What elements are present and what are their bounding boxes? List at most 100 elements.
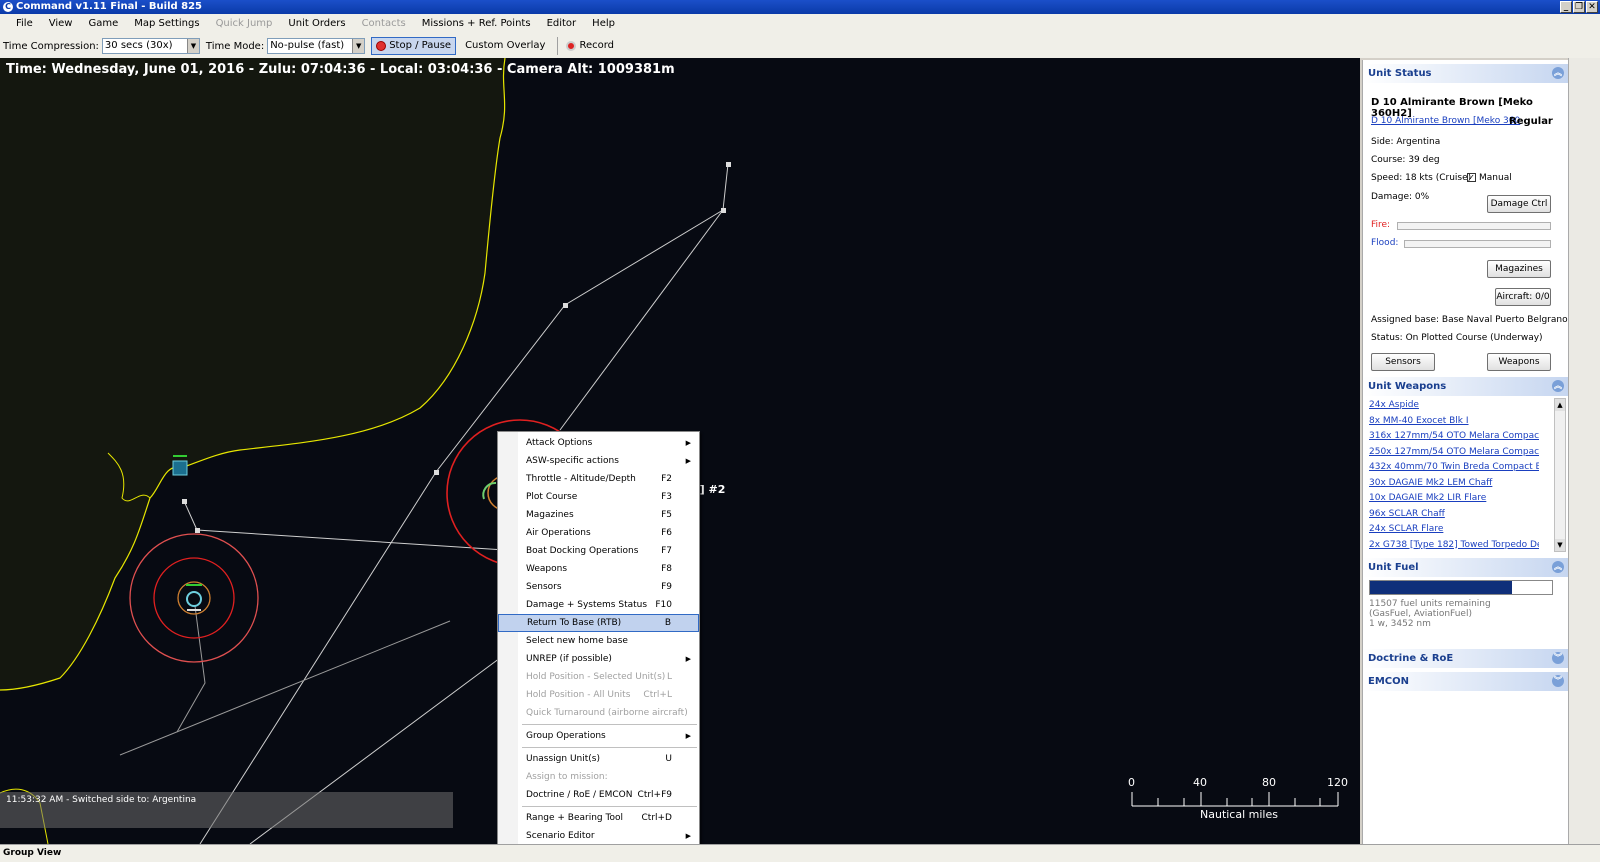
collapse-icon[interactable]: ︽ — [1552, 561, 1564, 573]
scroll-up-icon[interactable]: ▲ — [1555, 399, 1565, 411]
power-icon — [376, 41, 387, 51]
time-mode-label: Time Mode: — [205, 40, 265, 52]
context-menu-item-label: Group Operations — [526, 731, 606, 741]
plotted-course-4[interactable] — [176, 605, 206, 733]
expand-icon[interactable]: ︾ — [1552, 675, 1564, 687]
stop-pause-button[interactable]: Stop / Pause — [371, 37, 457, 55]
context-menu-item[interactable]: Weapons F8 — [498, 560, 699, 578]
context-menu-item[interactable]: Attack Options ▶ — [498, 434, 699, 452]
doctrine-header[interactable]: Doctrine & RoE ︾ — [1363, 649, 1568, 668]
context-menu-item[interactable]: ASW-specific actions ▶ — [498, 452, 699, 470]
waypoint[interactable] — [563, 303, 568, 308]
collapse-icon[interactable]: ︽ — [1552, 380, 1564, 392]
context-menu-item[interactable]: Return To Base (RTB) B — [498, 614, 699, 632]
unit-weapons-header[interactable]: Unit Weapons ︽ — [1363, 377, 1568, 396]
context-menu-item[interactable]: Range + Bearing Tool Ctrl+D — [498, 809, 699, 827]
checkmark-icon[interactable]: ✓ — [1467, 173, 1476, 182]
context-menu-item[interactable]: Sensors F9 — [498, 578, 699, 596]
weapons-button[interactable]: Weapons — [1487, 353, 1551, 371]
magazines-button[interactable]: Magazines — [1487, 260, 1551, 278]
context-menu-item[interactable]: Hold Position - All Units Ctrl+L — [498, 686, 699, 704]
menu-file[interactable]: File — [8, 14, 41, 34]
damage-ctrl-button[interactable]: Damage Ctrl — [1487, 195, 1551, 213]
time-mode-select[interactable]: No-pulse (fast) ▼ — [267, 38, 366, 54]
context-menu-item-label: Plot Course — [526, 492, 578, 502]
weapons-scrollbar[interactable]: ▲ ▼ — [1554, 398, 1566, 552]
chevron-down-icon[interactable]: ▼ — [352, 39, 365, 53]
waypoint[interactable] — [195, 528, 200, 533]
context-menu-item-label: Throttle - Altitude/Depth — [526, 474, 636, 484]
weapon-list-item[interactable]: 30x DAGAIE Mk2 LEM Chaff — [1369, 476, 1539, 492]
time-compression-select[interactable]: 30 secs (30x) ▼ — [101, 38, 200, 54]
emcon-header[interactable]: EMCON ︾ — [1363, 672, 1568, 691]
unit-fuel-title: Unit Fuel — [1368, 562, 1419, 573]
context-menu-item[interactable]: Unassign Unit(s) U — [498, 750, 699, 768]
weapon-list-item[interactable]: 2x G738 [Type 182] Towed Torpedo De... — [1369, 538, 1539, 554]
menu-help[interactable]: Help — [584, 14, 623, 34]
menu-missions[interactable]: Missions + Ref. Points — [414, 14, 539, 34]
collapse-icon[interactable]: ︽ — [1552, 67, 1564, 79]
waypoint[interactable] — [721, 208, 726, 213]
weapon-list-item[interactable]: 250x 127mm/54 OTO Melara Compact Hi... — [1369, 445, 1539, 461]
chevron-down-icon[interactable]: ▼ — [186, 39, 199, 53]
context-menu-item[interactable]: Scenario Editor ▶ — [498, 827, 699, 845]
menu-quick-jump[interactable]: Quick Jump — [208, 14, 281, 34]
unit-fuel-header[interactable]: Unit Fuel ︽ — [1363, 558, 1568, 577]
menu-map-settings[interactable]: Map Settings — [126, 14, 207, 34]
context-menu-item[interactable]: Doctrine / RoE / EMCON Ctrl+F9 — [498, 786, 699, 804]
flood-bar — [1404, 240, 1551, 248]
aircraft-button[interactable]: Aircraft: 0/0 — [1495, 288, 1551, 306]
unit-status-header[interactable]: Unit Status ︽ — [1363, 64, 1568, 83]
context-menu-item[interactable]: UNREP (if possible) ▶ — [498, 650, 699, 668]
context-menu-item[interactable]: Group Operations ▶ — [498, 727, 699, 745]
time-compression-label: Time Compression: — [3, 40, 99, 52]
context-menu-shortcut: F5 — [661, 510, 672, 520]
weapon-list-item[interactable]: 96x SCLAR Chaff — [1369, 507, 1539, 523]
weapon-list-item[interactable]: 432x 40mm/70 Twin Breda Compact Bur... — [1369, 460, 1539, 476]
weapon-list-item[interactable]: 8x MM-40 Exocet Blk I — [1369, 414, 1539, 430]
context-menu-item[interactable]: Magazines F5 — [498, 506, 699, 524]
manual-checkbox[interactable]: ✓ Manual — [1467, 173, 1512, 183]
close-button[interactable]: ✕ — [1586, 1, 1598, 13]
naval-base-icon[interactable] — [172, 460, 188, 476]
ship-unit-icon[interactable] — [186, 591, 202, 607]
context-menu-item[interactable]: Assign to mission: — [498, 768, 699, 786]
context-menu-item[interactable]: Hold Position - Selected Unit(s) L — [498, 668, 699, 686]
custom-overlay-button[interactable]: Custom Overlay — [460, 37, 550, 55]
unit-class-link[interactable]: D 10 Almirante Brown [Meko 360 — [1371, 116, 1520, 126]
context-menu-item[interactable]: Plot Course F3 — [498, 488, 699, 506]
plotted-course-5[interactable] — [119, 620, 451, 756]
context-menu-item[interactable]: Quick Turnaround (airborne aircraft) — [498, 704, 699, 722]
weapon-list-item[interactable]: 316x 127mm/54 OTO Melara Compact H... — [1369, 429, 1539, 445]
context-menu-item[interactable]: Select new home base — [498, 632, 699, 650]
fuel-body: 11507 fuel units remaining (GasFuel, Avi… — [1363, 577, 1568, 645]
weapon-list-item[interactable]: 24x SCLAR Flare — [1369, 522, 1539, 538]
menu-editor[interactable]: Editor — [539, 14, 585, 34]
fuel-bar — [1369, 580, 1553, 595]
menu-bar: File View Game Map Settings Quick Jump U… — [0, 14, 1600, 34]
record-button[interactable]: Record — [561, 37, 619, 55]
expand-icon[interactable]: ︾ — [1552, 652, 1564, 664]
menu-view[interactable]: View — [41, 14, 81, 34]
unit-context-menu[interactable]: Attack Options ▶ ASW-specific actions ▶ Thro… — [497, 431, 700, 845]
waypoint[interactable] — [182, 499, 187, 504]
context-menu-item[interactable]: Throttle - Altitude/Depth F2 — [498, 470, 699, 488]
menu-unit-orders[interactable]: Unit Orders — [280, 14, 353, 34]
plotted-course-2[interactable] — [559, 209, 724, 431]
waypoint[interactable] — [726, 162, 731, 167]
waypoint[interactable] — [434, 470, 439, 475]
sensors-button[interactable]: Sensors — [1371, 353, 1435, 371]
minimize-button[interactable]: _ — [1560, 1, 1572, 13]
weapon-list-item[interactable]: 10x DAGAIE Mk2 LIR Flare — [1369, 491, 1539, 507]
menu-contacts[interactable]: Contacts — [354, 14, 414, 34]
selected-unit-arc — [482, 482, 497, 500]
menu-game[interactable]: Game — [80, 14, 126, 34]
context-menu-item[interactable]: Damage + Systems Status F10 — [498, 596, 699, 614]
weapon-list-item[interactable]: 24x Aspide — [1369, 398, 1539, 414]
plotted-course-3[interactable] — [183, 500, 506, 551]
scroll-down-icon[interactable]: ▼ — [1555, 539, 1565, 551]
context-menu-item[interactable]: Air Operations F6 — [498, 524, 699, 542]
unit-weapons-title: Unit Weapons — [1368, 381, 1447, 392]
context-menu-item[interactable]: Boat Docking Operations F7 — [498, 542, 699, 560]
maximize-button[interactable]: ❐ — [1573, 1, 1585, 13]
